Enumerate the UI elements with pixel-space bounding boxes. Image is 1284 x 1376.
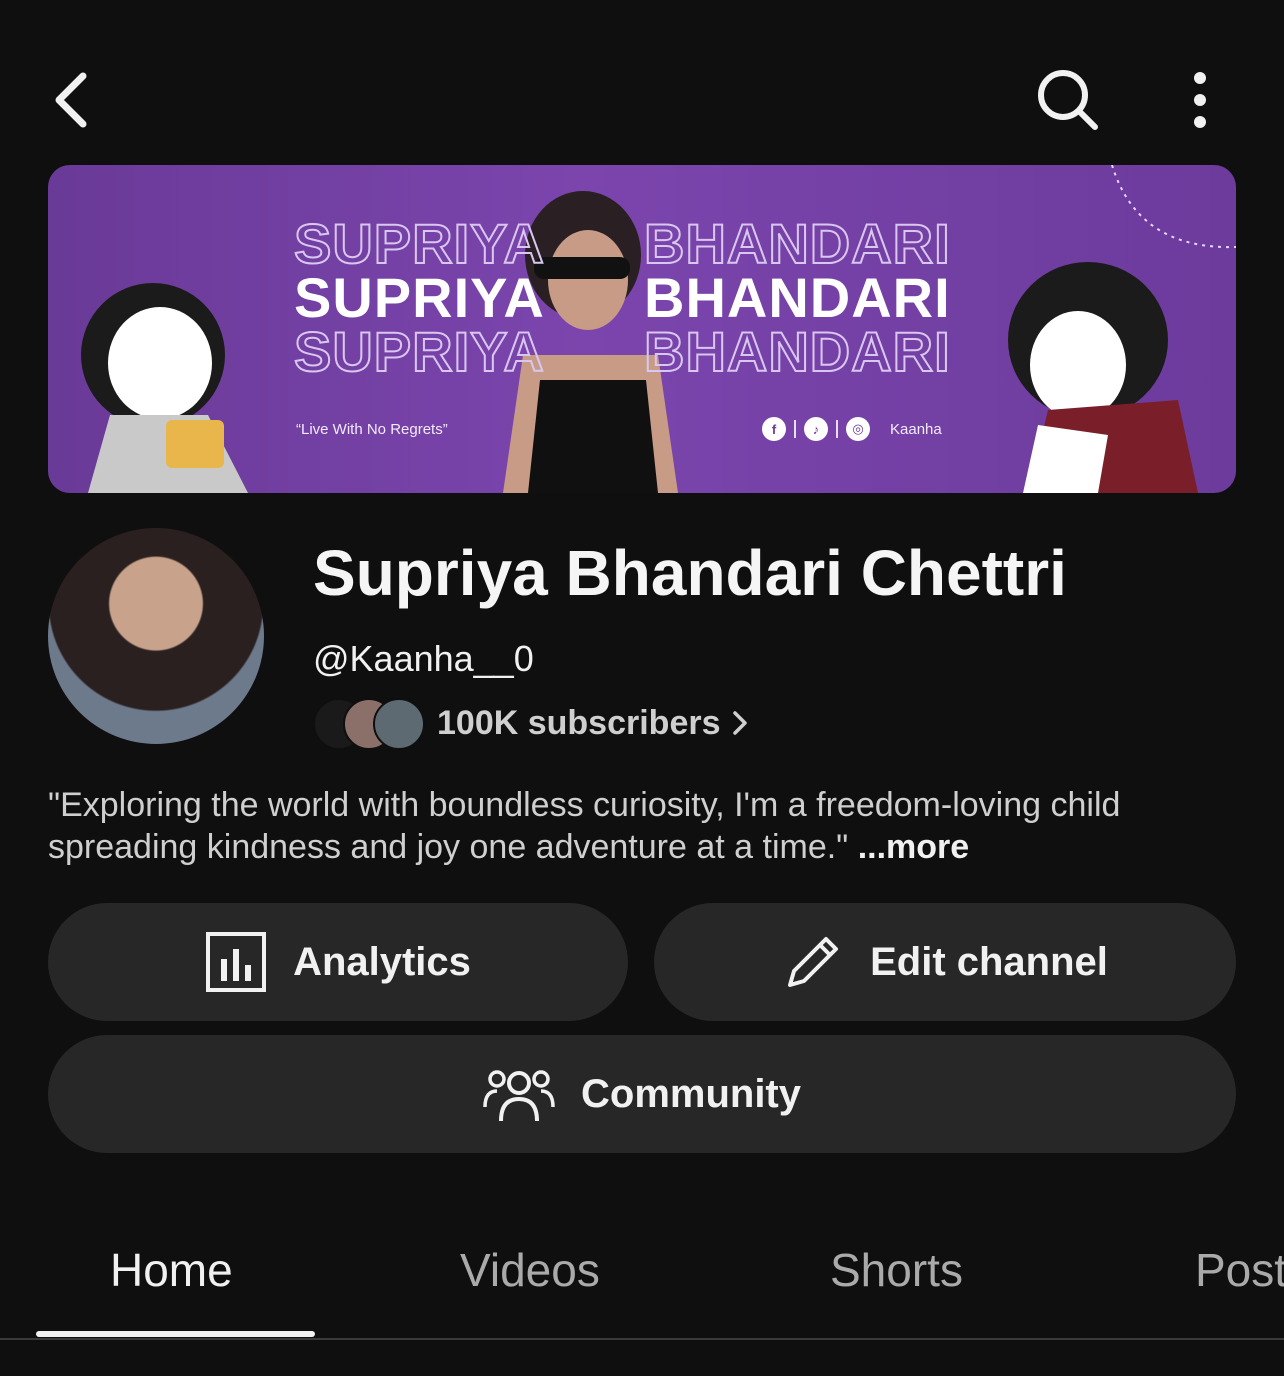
search-icon xyxy=(1038,70,1098,130)
active-tab-indicator xyxy=(36,1331,315,1337)
subscriber-count: 100K subscribers xyxy=(437,703,721,742)
pencil-icon xyxy=(788,937,839,987)
tab-videos[interactable]: Videos xyxy=(460,1243,600,1297)
community-button[interactable]: Community xyxy=(48,1035,1236,1153)
more-link[interactable]: ...more xyxy=(858,828,969,866)
channel-tabs: Home Videos Shorts Posts xyxy=(0,1215,1284,1340)
channel-banner: SUPRIYA SUPRIYA SUPRIYA BHANDARI BHANDAR… xyxy=(48,165,1236,493)
chevron-right-icon xyxy=(732,711,747,735)
edit-channel-button[interactable]: Edit channel xyxy=(654,903,1236,1021)
separator xyxy=(794,420,796,438)
search-button[interactable] xyxy=(1028,60,1108,140)
instagram-icon: ◎ xyxy=(846,417,870,441)
channel-avatar[interactable] xyxy=(48,528,264,744)
banner-social-links: f ♪ ◎ Kaanha xyxy=(762,417,942,441)
channel-description[interactable]: "Exploring the world with boundless curi… xyxy=(48,784,1248,868)
separator xyxy=(836,420,838,438)
tab-home[interactable]: Home xyxy=(110,1243,233,1297)
edit-channel-label: Edit channel xyxy=(870,939,1108,984)
back-button[interactable] xyxy=(36,60,106,140)
banner-first-name-outline-2: SUPRIYA xyxy=(293,319,545,384)
tab-posts[interactable]: Posts xyxy=(1195,1243,1284,1297)
tiktok-icon: ♪ xyxy=(804,417,828,441)
community-label: Community xyxy=(581,1071,801,1116)
tabs-divider xyxy=(0,1338,1284,1340)
channel-name: Supriya Bhandari Chettri xyxy=(313,537,1067,609)
subscriber-avatars xyxy=(313,698,425,750)
tab-shorts[interactable]: Shorts xyxy=(830,1243,963,1297)
banner-quote: “Live With No Regrets” xyxy=(296,421,448,438)
more-vertical-icon xyxy=(1194,72,1206,128)
facebook-icon: f xyxy=(762,417,786,441)
subscriber-avatar xyxy=(373,698,425,750)
top-bar xyxy=(0,0,1284,165)
more-options-button[interactable] xyxy=(1170,60,1230,140)
analytics-button[interactable]: Analytics xyxy=(48,903,628,1021)
analytics-label: Analytics xyxy=(293,939,471,984)
chevron-left-icon xyxy=(55,72,87,128)
channel-handle: @Kaanha__0 xyxy=(313,638,534,679)
banner-last-name-outline-2: BHANDARI xyxy=(643,319,951,384)
banner-handle: Kaanha xyxy=(890,420,942,438)
community-icon xyxy=(483,1070,555,1122)
analytics-icon xyxy=(206,932,267,992)
subscribers-link[interactable]: 100K subscribers xyxy=(313,698,749,750)
banner-decoration xyxy=(81,165,1236,493)
